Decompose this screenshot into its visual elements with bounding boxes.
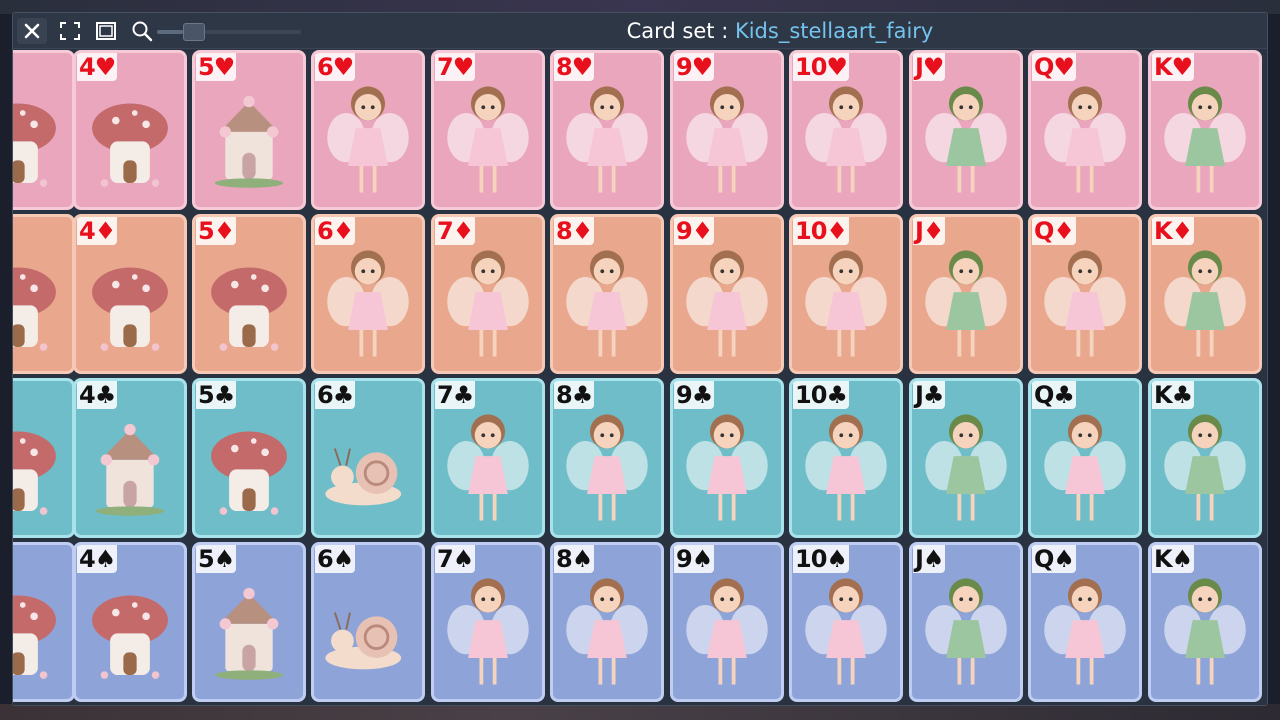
card-clubs-partial[interactable] (13, 378, 75, 538)
card-rank-label: 7♠ (435, 545, 476, 573)
card-rank-label: 9♦ (674, 217, 715, 245)
card-clubs-9[interactable]: 9♣ (670, 378, 784, 538)
card-rank-label: J♥ (913, 53, 946, 81)
mushroom-house-art (13, 595, 56, 679)
card-rank-label: J♦ (913, 217, 946, 245)
card-diamonds-J[interactable]: J♦ (909, 214, 1023, 374)
card-spades-6[interactable]: 6♠ (311, 542, 425, 702)
card-hearts-6[interactable]: 6♥ (311, 50, 425, 210)
card-set-name: Kids_stellaart_fairy (734, 19, 934, 43)
card-diamonds-Q[interactable]: Q♦ (1028, 214, 1142, 374)
mushroom-house-art (13, 267, 56, 351)
card-diamonds-8[interactable]: 8♦ (550, 214, 664, 374)
card-rank-label: 5♥ (196, 53, 237, 81)
card-clubs-5[interactable]: 5♣ (192, 378, 306, 538)
card-rank-label: 4♣ (77, 381, 118, 409)
card-rank-label: 8♠ (554, 545, 595, 573)
card-rank-label: 5♦ (196, 217, 237, 245)
card-diamonds-10[interactable]: 10♦ (789, 214, 903, 374)
card-rank-label: 4♦ (77, 217, 118, 245)
card-clubs-7[interactable]: 7♣ (431, 378, 545, 538)
card-diamonds-7[interactable]: 7♦ (431, 214, 545, 374)
card-spades-9[interactable]: 9♠ (670, 542, 784, 702)
card-diamonds-4[interactable]: 4♦ (73, 214, 187, 374)
card-spades-7[interactable]: 7♠ (431, 542, 545, 702)
card-art (13, 545, 72, 699)
mushroom-house-art (13, 103, 56, 187)
card-diamonds-K[interactable]: K♦ (1148, 214, 1262, 374)
card-spades-5[interactable]: 5♠ (192, 542, 306, 702)
card-rank-label: 8♥ (554, 53, 595, 81)
card-spades-8[interactable]: 8♠ (550, 542, 664, 702)
card-rank-label: J♠ (913, 545, 946, 573)
card-rank-label: 10♣ (793, 381, 849, 409)
card-hearts-4[interactable]: 4♥ (73, 50, 187, 210)
card-rank-label: 6♠ (315, 545, 356, 573)
card-rank-label: 6♥ (315, 53, 356, 81)
mushroom-house-art (13, 431, 56, 515)
card-clubs-4[interactable]: 4♣ (73, 378, 187, 538)
card-rank-label: 7♣ (435, 381, 476, 409)
card-hearts-partial[interactable] (13, 50, 75, 210)
card-rank-label: Q♣ (1032, 381, 1076, 409)
card-diamonds-6[interactable]: 6♦ (311, 214, 425, 374)
title-prefix: Card set : (626, 19, 735, 43)
card-hearts-7[interactable]: 7♥ (431, 50, 545, 210)
card-rank-label: 9♥ (674, 53, 715, 81)
card-hearts-9[interactable]: 9♥ (670, 50, 784, 210)
card-rank-label: 8♣ (554, 381, 595, 409)
card-board: 4♥ 5♥ 6♥ 7♥ 8♥ 9♥ 10♥ J♥ Q♥ K♥ 4♦ 5♦ 6♦ 7♦ 8♦ 9♦ 10♦ J♦ Q♦… (13, 50, 1267, 705)
card-rank-label: 7♥ (435, 53, 476, 81)
card-rank-label: 10♠ (793, 545, 849, 573)
card-rank-label: Q♠ (1032, 545, 1076, 573)
card-spades-Q[interactable]: Q♠ (1028, 542, 1142, 702)
card-hearts-5[interactable]: 5♥ (192, 50, 306, 210)
card-rank-label: 9♠ (674, 545, 715, 573)
card-rank-label: K♠ (1152, 545, 1195, 573)
toolbar: Card set : Kids_stellaart_fairy (13, 13, 1267, 49)
card-rank-label: 8♦ (554, 217, 595, 245)
card-rank-label: 7♦ (435, 217, 476, 245)
card-hearts-10[interactable]: 10♥ (789, 50, 903, 210)
card-rank-label: 5♣ (196, 381, 237, 409)
card-clubs-K[interactable]: K♣ (1148, 378, 1262, 538)
card-rank-label: K♣ (1152, 381, 1195, 409)
card-clubs-8[interactable]: 8♣ (550, 378, 664, 538)
card-clubs-J[interactable]: J♣ (909, 378, 1023, 538)
card-hearts-K[interactable]: K♥ (1148, 50, 1262, 210)
window-title: Card set : Kids_stellaart_fairy (13, 19, 1267, 43)
card-rank-label: Q♦ (1032, 217, 1076, 245)
card-hearts-J[interactable]: J♥ (909, 50, 1023, 210)
card-art (13, 217, 72, 371)
card-spades-10[interactable]: 10♠ (789, 542, 903, 702)
card-diamonds-partial[interactable] (13, 214, 75, 374)
card-rank-label: 5♠ (196, 545, 237, 573)
card-art (13, 381, 72, 535)
card-rank-label: J♣ (913, 381, 946, 409)
card-rank-label: 4♠ (77, 545, 118, 573)
card-rank-label: 9♣ (674, 381, 715, 409)
card-rank-label: 10♥ (793, 53, 849, 81)
card-spades-J[interactable]: J♠ (909, 542, 1023, 702)
card-diamonds-5[interactable]: 5♦ (192, 214, 306, 374)
card-rank-label: K♦ (1152, 217, 1195, 245)
card-spades-K[interactable]: K♠ (1148, 542, 1262, 702)
card-rank-label: 6♣ (315, 381, 356, 409)
card-rank-label: 4♥ (77, 53, 118, 81)
card-art (13, 53, 72, 207)
card-hearts-8[interactable]: 8♥ (550, 50, 664, 210)
card-spades-partial[interactable] (13, 542, 75, 702)
desktop-backdrop-bottom (0, 704, 1280, 720)
card-spades-4[interactable]: 4♠ (73, 542, 187, 702)
card-clubs-6[interactable]: 6♣ (311, 378, 425, 538)
card-rank-label: 10♦ (793, 217, 849, 245)
card-rank-label: K♥ (1152, 53, 1195, 81)
card-set-viewer-window: Card set : Kids_stellaart_fairy 4♥ 5♥ 6♥ 7♥… (12, 12, 1268, 706)
card-clubs-Q[interactable]: Q♣ (1028, 378, 1142, 538)
card-rank-label: 6♦ (315, 217, 356, 245)
card-hearts-Q[interactable]: Q♥ (1028, 50, 1142, 210)
card-diamonds-9[interactable]: 9♦ (670, 214, 784, 374)
card-clubs-10[interactable]: 10♣ (789, 378, 903, 538)
card-rank-label: Q♥ (1032, 53, 1076, 81)
